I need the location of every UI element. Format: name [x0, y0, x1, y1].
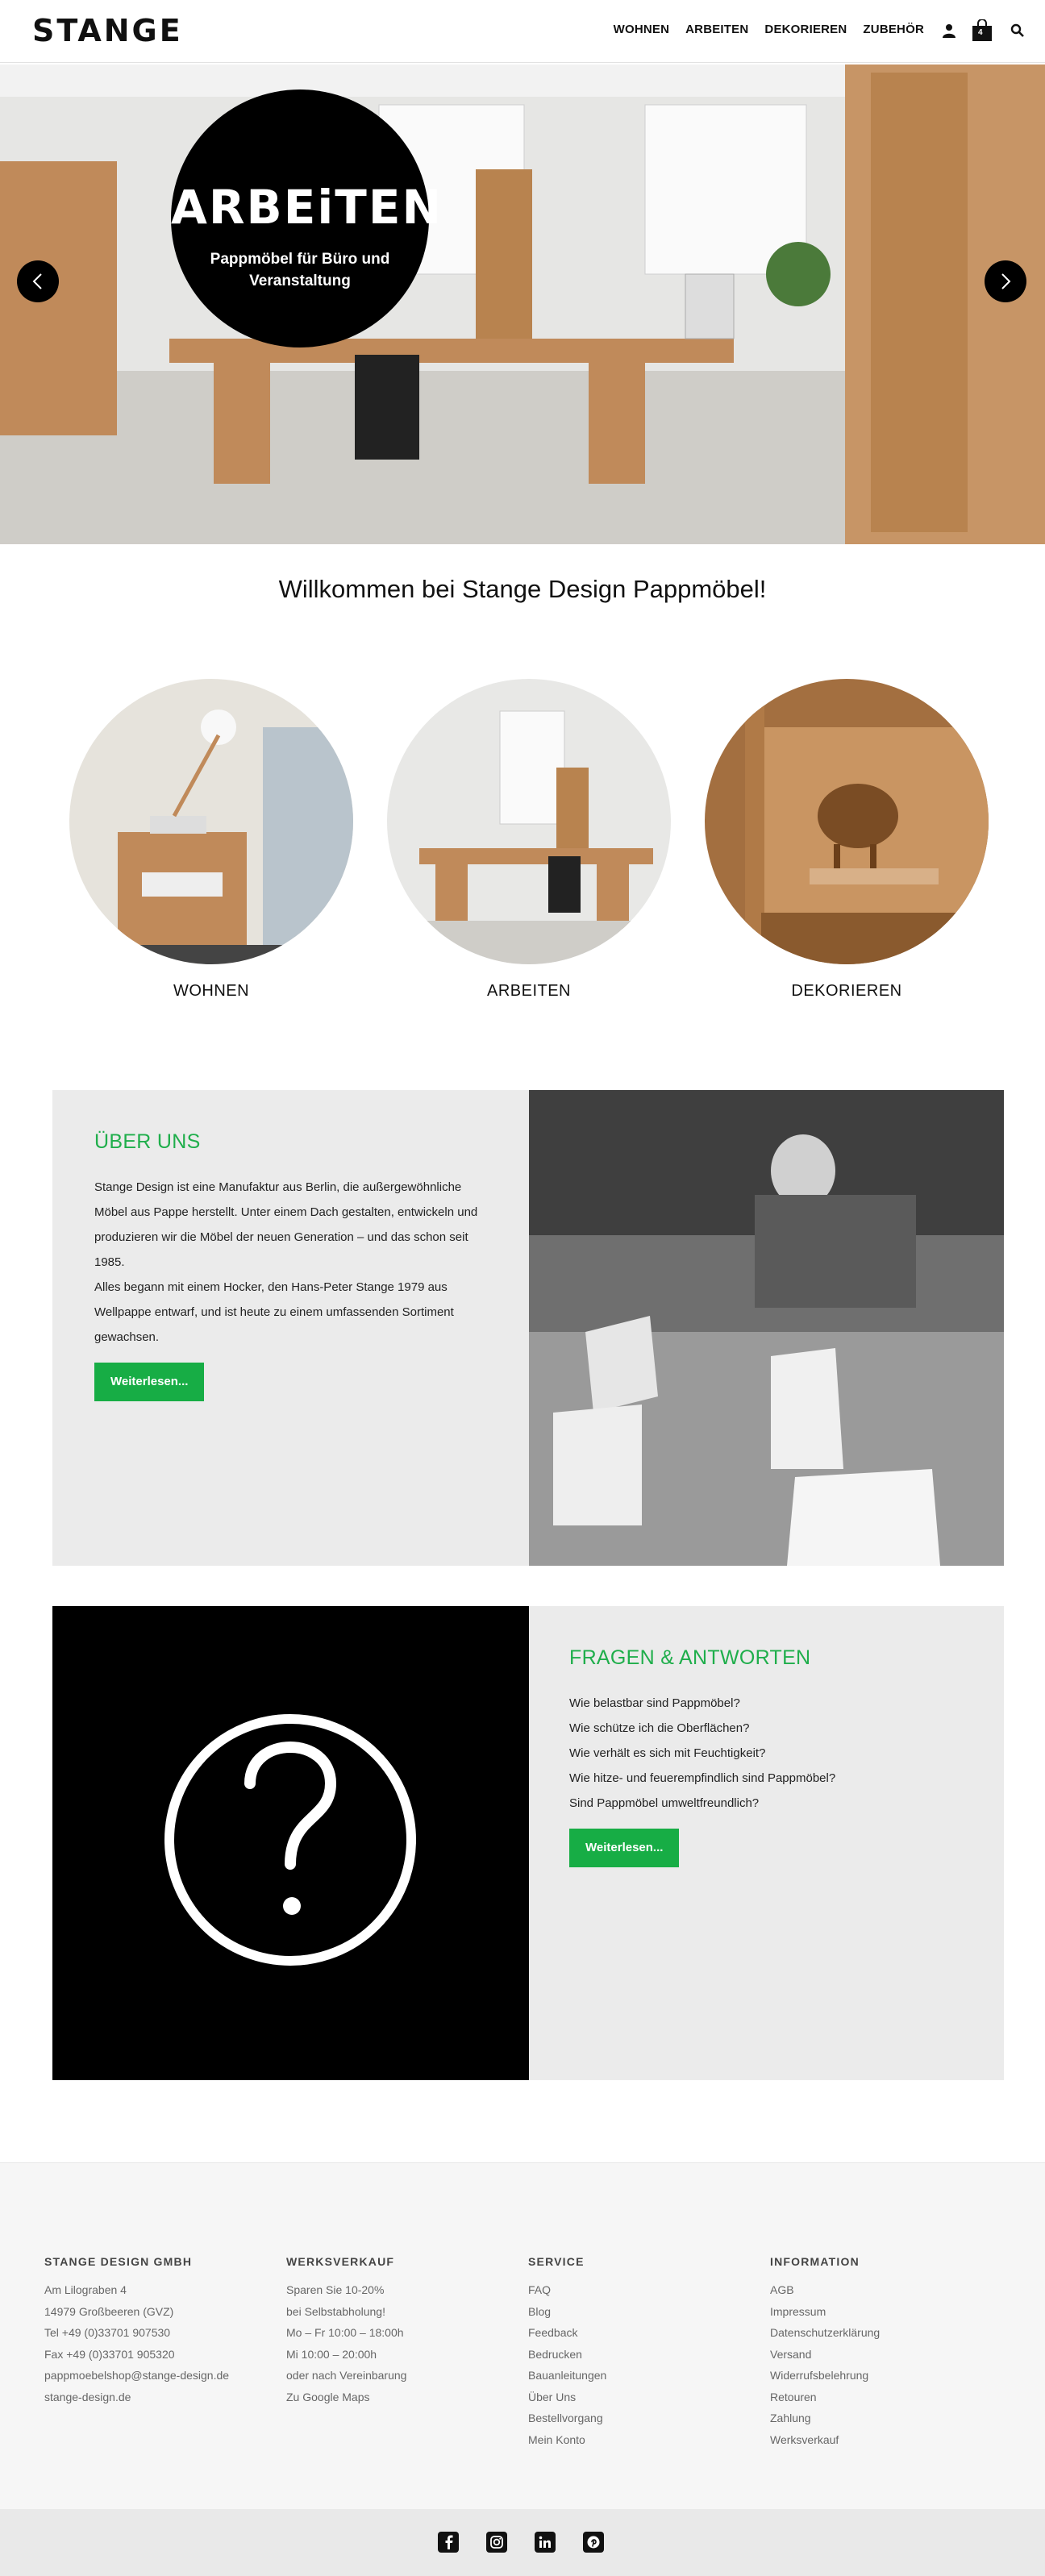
footer-text: bei Selbstabholung! [286, 2304, 385, 2318]
footer-link[interactable]: Datenschutzerklärung [770, 2322, 996, 2344]
category-label-arbeiten[interactable]: ARBEITEN [387, 982, 671, 1001]
svg-text:STANGE: STANGE [32, 15, 183, 47]
footer-link[interactable]: AGB [770, 2279, 996, 2301]
about-section: ÜBER UNS Stange Design ist eine Manufakt… [52, 1090, 1004, 1566]
faq-question[interactable]: Wie verhält es sich mit Feuchtigkeit? [569, 1741, 972, 1766]
footer-link[interactable]: FAQ [528, 2279, 754, 2301]
faq-image [52, 1606, 529, 2080]
category-image-arbeiten[interactable] [387, 679, 671, 964]
footer-phone[interactable]: Tel +49 (0)33701 907530 [44, 2322, 270, 2344]
footer-text: Sparen Sie 10-20% [286, 2283, 385, 2296]
hero-subtitle: Pappmöbel für Büro und Veranstaltung [210, 251, 390, 289]
footer-link[interactable]: Bauanleitungen [528, 2365, 754, 2387]
faq-section: FRAGEN & ANTWORTEN Wie belastbar sind Pa… [52, 1606, 1004, 2080]
footer-link[interactable]: Retouren [770, 2387, 996, 2408]
bag-icon[interactable]: 4 [971, 19, 993, 42]
footer-email-link[interactable]: pappmoebelshop@stange-design.de [44, 2365, 270, 2387]
footer-website-link[interactable]: stange-design.de [44, 2387, 270, 2408]
footer-link[interactable]: Bestellvorgang [528, 2407, 754, 2429]
footer-hours: Mo – Fr 10:00 – 18:00h [286, 2326, 404, 2339]
faq-question[interactable]: Wie belastbar sind Pappmöbel? [569, 1691, 972, 1716]
about-photo [529, 1090, 1004, 1566]
hero-title: ARBEiTEN [171, 180, 443, 235]
user-icon[interactable] [938, 19, 960, 42]
category-label-wohnen[interactable]: WOHNEN [69, 982, 353, 1001]
linkedin-icon[interactable] [535, 2532, 556, 2553]
footer-link[interactable]: Versand [770, 2344, 996, 2366]
slider-next-button[interactable] [985, 260, 1026, 302]
footer-col-information: INFORMATION AGB Impressum Datenschutzerk… [770, 2255, 996, 2450]
footer-maps-link[interactable]: Zu Google Maps [286, 2387, 512, 2408]
site-footer: STANGE DESIGN GMBH Am Lilograben 4 14979… [0, 2162, 1045, 2509]
footer-heading: INFORMATION [770, 2255, 860, 2268]
social-bar [0, 2509, 1045, 2576]
chevron-left-icon [32, 273, 42, 289]
faq-question[interactable]: Wie hitze- und feuerempfindlich sind Pap… [569, 1766, 972, 1791]
cart-count-badge: 4 [978, 28, 983, 37]
footer-link[interactable]: Mein Konto [528, 2429, 754, 2451]
faq-title: FRAGEN & ANTWORTEN [569, 1646, 811, 1669]
main-nav: WOHNEN ARBEITEN DEKORIEREN ZUBEHÖR [614, 23, 924, 36]
hero-slider: ARBEiTEN Pappmöbel für Büro und Veransta… [0, 65, 1045, 544]
hero-image [0, 65, 1045, 544]
footer-link[interactable]: Zahlung [770, 2407, 996, 2429]
pinterest-icon[interactable] [583, 2532, 604, 2553]
footer-col-werksverkauf: WERKSVERKAUF Sparen Sie 10-20% bei Selbs… [286, 2255, 512, 2407]
footer-text: oder nach Vereinbarung [286, 2369, 407, 2382]
footer-heading: STANGE DESIGN GMBH [44, 2255, 193, 2268]
nav-item-dekorieren[interactable]: DEKORIEREN [764, 23, 847, 36]
footer-link[interactable]: Impressum [770, 2301, 996, 2323]
footer-link[interactable]: Blog [528, 2301, 754, 2323]
category-image-wohnen[interactable] [69, 679, 353, 964]
about-title: ÜBER UNS [94, 1130, 201, 1153]
footer-col-company: STANGE DESIGN GMBH Am Lilograben 4 14979… [44, 2255, 270, 2407]
footer-link[interactable]: Feedback [528, 2322, 754, 2344]
nav-item-wohnen[interactable]: WOHNEN [614, 23, 670, 36]
footer-fax: Fax +49 (0)33701 905320 [44, 2347, 175, 2361]
footer-link[interactable]: Widerrufsbelehrung [770, 2365, 996, 2387]
slider-prev-button[interactable] [17, 260, 59, 302]
footer-address-line: Am Lilograben 4 [44, 2283, 127, 2296]
footer-hours: Mi 10:00 – 20:00h [286, 2347, 377, 2361]
footer-link[interactable]: Werksverkauf [770, 2429, 996, 2451]
stange-logo[interactable]: STANGE [32, 15, 198, 47]
faq-question-list: Wie belastbar sind Pappmöbel? Wie schütz… [569, 1691, 972, 1816]
search-icon[interactable] [1006, 19, 1029, 42]
about-read-more-button[interactable]: Weiterlesen... [94, 1363, 205, 1401]
about-text-2: Alles begann mit einem Hocker, den Hans-… [94, 1280, 454, 1344]
footer-col-service: SERVICE FAQ Blog Feedback Bedrucken Baua… [528, 2255, 754, 2450]
faq-question[interactable]: Wie schütze ich die Oberflächen? [569, 1716, 972, 1741]
category-label-dekorieren[interactable]: DEKORIEREN [705, 982, 989, 1001]
footer-link[interactable]: Bedrucken [528, 2344, 754, 2366]
footer-heading: SERVICE [528, 2255, 585, 2268]
footer-heading: WERKSVERKAUF [286, 2255, 395, 2268]
about-text: Stange Design ist eine Manufaktur aus Be… [94, 1180, 478, 1269]
instagram-icon[interactable] [486, 2532, 507, 2553]
faq-read-more-button[interactable]: Weiterlesen... [569, 1829, 680, 1867]
footer-address-line: 14979 Großbeeren (GVZ) [44, 2304, 174, 2318]
chevron-right-icon [1001, 273, 1011, 289]
site-header: STANGE WOHNEN ARBEITEN DEKORIEREN ZUBEHÖ… [0, 0, 1045, 63]
nav-item-arbeiten[interactable]: ARBEITEN [685, 23, 748, 36]
welcome-heading: Willkommen bei Stange Design Pappmöbel! [278, 575, 767, 603]
faq-question[interactable]: Sind Pappmöbel umweltfreundlich? [569, 1791, 972, 1816]
footer-link[interactable]: Über Uns [528, 2387, 754, 2408]
facebook-icon[interactable] [438, 2532, 459, 2553]
nav-item-zubehoer[interactable]: ZUBEHÖR [863, 23, 924, 36]
hero-badge: ARBEiTEN Pappmöbel für Büro und Veransta… [171, 89, 443, 347]
category-image-dekorieren[interactable] [705, 679, 989, 964]
